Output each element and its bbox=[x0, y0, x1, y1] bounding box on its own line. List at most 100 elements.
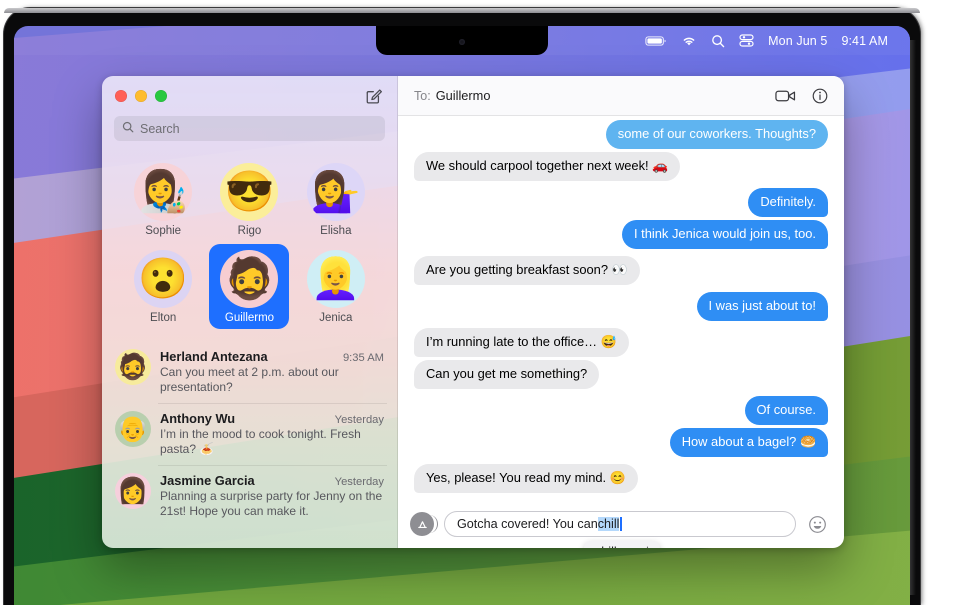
facetime-video-icon[interactable] bbox=[775, 89, 796, 103]
message-bubble[interactable]: Of course. bbox=[744, 396, 828, 425]
conversation-header-row: Herland Antezana 9:35 AM bbox=[160, 349, 384, 364]
conversation-preview: I’m in the mood to cook tonight. Fresh p… bbox=[160, 427, 361, 456]
laptop-frame: Mon Jun 5 9:41 AM bbox=[0, 0, 960, 605]
display-notch bbox=[376, 26, 548, 55]
conversation-header-row: Jasmine Garcia Yesterday bbox=[160, 473, 384, 488]
message-bubble[interactable]: Definitely. bbox=[748, 188, 828, 217]
avatar: 😮 bbox=[134, 250, 193, 308]
conversation-preview: Can you meet at 2 p.m. about our present… bbox=[160, 365, 339, 394]
search-container: Search bbox=[102, 116, 397, 151]
pinned-contact-label: Elton bbox=[150, 312, 177, 324]
conversation-body: Anthony Wu Yesterday I’m in the mood to … bbox=[160, 411, 384, 456]
battery-icon[interactable] bbox=[645, 35, 667, 47]
pinned-contact-label: Guillermo bbox=[224, 312, 275, 324]
message-row: I’m running late to the office… 😅 bbox=[414, 328, 828, 357]
control-center-icon[interactable] bbox=[739, 34, 754, 47]
pinned-contact-jenica[interactable]: 👱‍♀️ Jenica bbox=[296, 244, 376, 329]
conversation-name: Jasmine Garcia bbox=[160, 473, 255, 488]
laptop-top-edge bbox=[4, 8, 920, 13]
message-row: some of our coworkers. Thoughts? bbox=[414, 120, 828, 149]
camera-icon bbox=[459, 39, 465, 45]
search-input[interactable]: Search bbox=[114, 116, 385, 141]
message-bubble[interactable]: We should carpool together next week! 🚗 bbox=[414, 152, 681, 181]
conversation-name: Herland Antezana bbox=[160, 349, 268, 364]
menu-bar-clock: 9:41 AM bbox=[841, 33, 888, 48]
sidebar: Search 👩‍🎨 Sophie 😎 Rigo bbox=[102, 76, 398, 548]
text-caret bbox=[620, 517, 622, 531]
message-row: We should carpool together next week! 🚗 bbox=[414, 152, 828, 181]
messages-window: Search 👩‍🎨 Sophie 😎 Rigo bbox=[102, 76, 844, 548]
thread-header: To: Guillermo bbox=[398, 76, 844, 116]
avatar: 👴 bbox=[115, 411, 151, 447]
pinned-contact-elton[interactable]: 😮 Elton bbox=[123, 244, 203, 329]
conversation-timestamp: 9:35 AM bbox=[342, 352, 384, 364]
pinned-contact-rigo[interactable]: 😎 Rigo bbox=[209, 157, 289, 242]
minimize-button[interactable] bbox=[135, 90, 147, 102]
to-label: To: bbox=[414, 88, 431, 103]
close-button[interactable] bbox=[115, 90, 127, 102]
conversation-body: Herland Antezana 9:35 AM Can you meet at… bbox=[160, 349, 384, 394]
conversation-preview: Planning a surprise party for Jenny on t… bbox=[160, 489, 383, 518]
pinned-contact-label: Sophie bbox=[145, 225, 182, 237]
emoji-picker-icon[interactable] bbox=[806, 513, 828, 535]
message-bubble[interactable]: I was just about to! bbox=[696, 292, 828, 321]
pinned-contact-label: Elisha bbox=[320, 225, 352, 237]
list-item[interactable]: 🧔 Herland Antezana 9:35 AM Can you meet … bbox=[102, 341, 397, 403]
return-key-icon bbox=[637, 545, 649, 548]
avatar: 💁‍♀️ bbox=[306, 163, 365, 221]
composer: Gotcha covered! You can chill chillax bbox=[398, 500, 844, 548]
autocomplete-suggestion[interactable]: chillax bbox=[584, 541, 660, 548]
conversation-timestamp: Yesterday bbox=[334, 414, 384, 426]
message-bubble[interactable]: How about a bagel? 🥯 bbox=[669, 428, 828, 457]
message-row: Are you getting breakfast soon? 👀 bbox=[414, 256, 828, 285]
recipient-name[interactable]: Guillermo bbox=[436, 88, 491, 103]
conversation-list: 🧔 Herland Antezana 9:35 AM Can you meet … bbox=[102, 339, 397, 527]
thread-header-actions bbox=[775, 88, 828, 104]
pinned-contact-label: Rigo bbox=[237, 225, 262, 237]
message-bubble[interactable]: some of our coworkers. Thoughts? bbox=[605, 120, 828, 149]
app-store-icon[interactable] bbox=[410, 512, 438, 536]
message-row: How about a bagel? 🥯 bbox=[414, 428, 828, 457]
spotlight-search-icon[interactable] bbox=[711, 34, 725, 48]
avatar: 🧔 bbox=[220, 250, 279, 308]
avatar: 🧔 bbox=[115, 349, 151, 385]
conversation-name: Anthony Wu bbox=[160, 411, 236, 426]
pinned-contact-sophie[interactable]: 👩‍🎨 Sophie bbox=[123, 157, 203, 242]
message-bubble[interactable]: Yes, please! You read my mind. 😊 bbox=[414, 464, 638, 493]
compose-icon[interactable] bbox=[362, 85, 384, 107]
message-row: I was just about to! bbox=[414, 292, 828, 321]
pinned-contact-label: Jenica bbox=[319, 312, 353, 324]
avatar: 👩‍🎨 bbox=[134, 163, 193, 221]
pinned-contacts-grid: 👩‍🎨 Sophie 😎 Rigo 💁‍♀️ Elisha bbox=[102, 151, 397, 339]
search-icon bbox=[122, 120, 134, 138]
pinned-contact-guillermo[interactable]: 🧔 Guillermo bbox=[209, 244, 290, 329]
screen: Mon Jun 5 9:41 AM bbox=[14, 26, 910, 605]
zoom-button[interactable] bbox=[155, 90, 167, 102]
pinned-contact-elisha[interactable]: 💁‍♀️ Elisha bbox=[296, 157, 376, 242]
message-bubble[interactable]: Are you getting breakfast soon? 👀 bbox=[414, 256, 640, 285]
list-item[interactable]: 👴 Anthony Wu Yesterday I’m in the mood t… bbox=[102, 403, 397, 465]
conversation-header-row: Anthony Wu Yesterday bbox=[160, 411, 384, 426]
message-row: I think Jenica would join us, too. bbox=[414, 220, 828, 249]
info-icon[interactable] bbox=[812, 88, 828, 104]
message-row: Yes, please! You read my mind. 😊 bbox=[414, 464, 828, 493]
conversation-body: Jasmine Garcia Yesterday Planning a surp… bbox=[160, 473, 384, 518]
message-bubble[interactable]: I’m running late to the office… 😅 bbox=[414, 328, 629, 357]
list-item[interactable]: 👩 Jasmine Garcia Yesterday Planning a su… bbox=[102, 465, 397, 527]
search-placeholder: Search bbox=[140, 121, 180, 136]
avatar: 👱‍♀️ bbox=[306, 250, 365, 308]
predicted-text: chill bbox=[597, 517, 620, 531]
message-row: Of course. bbox=[414, 396, 828, 425]
message-bubble[interactable]: I think Jenica would join us, too. bbox=[621, 220, 828, 249]
autocomplete-word: chillax bbox=[595, 545, 630, 548]
menu-bar-date: Mon Jun 5 bbox=[768, 33, 828, 48]
message-bubble[interactable]: Can you get me something? bbox=[414, 360, 600, 389]
avatar: 😎 bbox=[220, 163, 279, 221]
message-row: Definitely. bbox=[414, 188, 828, 217]
typed-text: Gotcha covered! You can bbox=[457, 517, 598, 531]
window-traffic-lights bbox=[115, 90, 167, 102]
message-list[interactable]: some of our coworkers. Thoughts? We shou… bbox=[398, 116, 844, 500]
message-input[interactable]: Gotcha covered! You can chill bbox=[444, 511, 796, 537]
wifi-icon[interactable] bbox=[681, 35, 697, 47]
sidebar-titlebar bbox=[102, 76, 397, 116]
